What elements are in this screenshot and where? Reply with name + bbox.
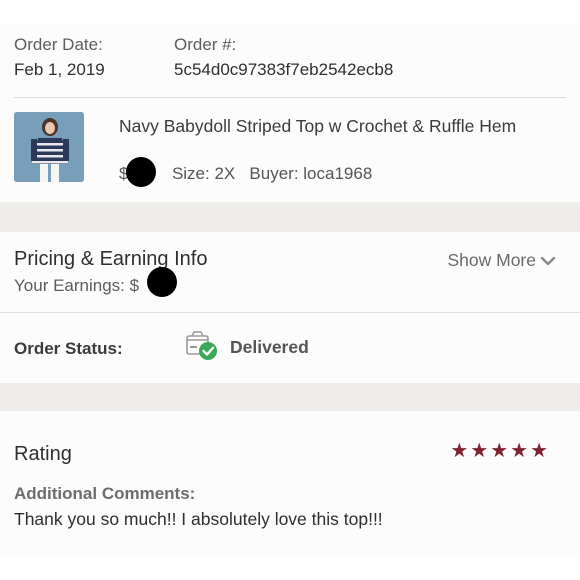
- order-date-value: Feb 1, 2019: [14, 60, 105, 79]
- earnings-label: Your Earnings: $: [14, 276, 140, 295]
- rating-title: Rating: [14, 443, 72, 465]
- item-buyer: Buyer: loca1968: [249, 164, 373, 183]
- section-separator: [0, 202, 580, 232]
- section-separator: [0, 383, 580, 411]
- rating-stars: ★★★★★: [450, 440, 550, 462]
- redaction-dot: [147, 267, 177, 297]
- additional-comments-label: Additional Comments:: [14, 484, 196, 503]
- show-more-label: Show More: [447, 250, 536, 270]
- order-date-label: Order Date:: [14, 35, 103, 54]
- chevron-down-icon: [540, 257, 556, 266]
- buyer-comment: Thank you so much!! I absolutely love th…: [14, 509, 383, 529]
- show-more-button[interactable]: Show More: [447, 250, 556, 271]
- package-delivered-icon: [186, 331, 217, 360]
- item-title[interactable]: Navy Babydoll Striped Top w Crochet & Ru…: [119, 114, 529, 139]
- pricing-title: Pricing & Earning Info: [14, 248, 208, 270]
- divider: [14, 97, 566, 98]
- order-status-label: Order Status:: [14, 339, 123, 358]
- item-size: Size: 2X: [171, 164, 236, 183]
- pricing-card: [0, 232, 580, 312]
- item-photo-icon: [14, 112, 84, 182]
- order-number-label: Order #:: [174, 35, 237, 54]
- order-number-value: 5c54d0c97383f7eb2542ecb8: [174, 60, 394, 79]
- item-thumbnail[interactable]: [14, 112, 84, 182]
- rating-card: [0, 411, 580, 554]
- item-meta: $ Size: 2X Buyer: loca1968: [119, 164, 372, 184]
- redaction-dot: [126, 157, 156, 187]
- order-status-value: Delivered: [230, 337, 309, 357]
